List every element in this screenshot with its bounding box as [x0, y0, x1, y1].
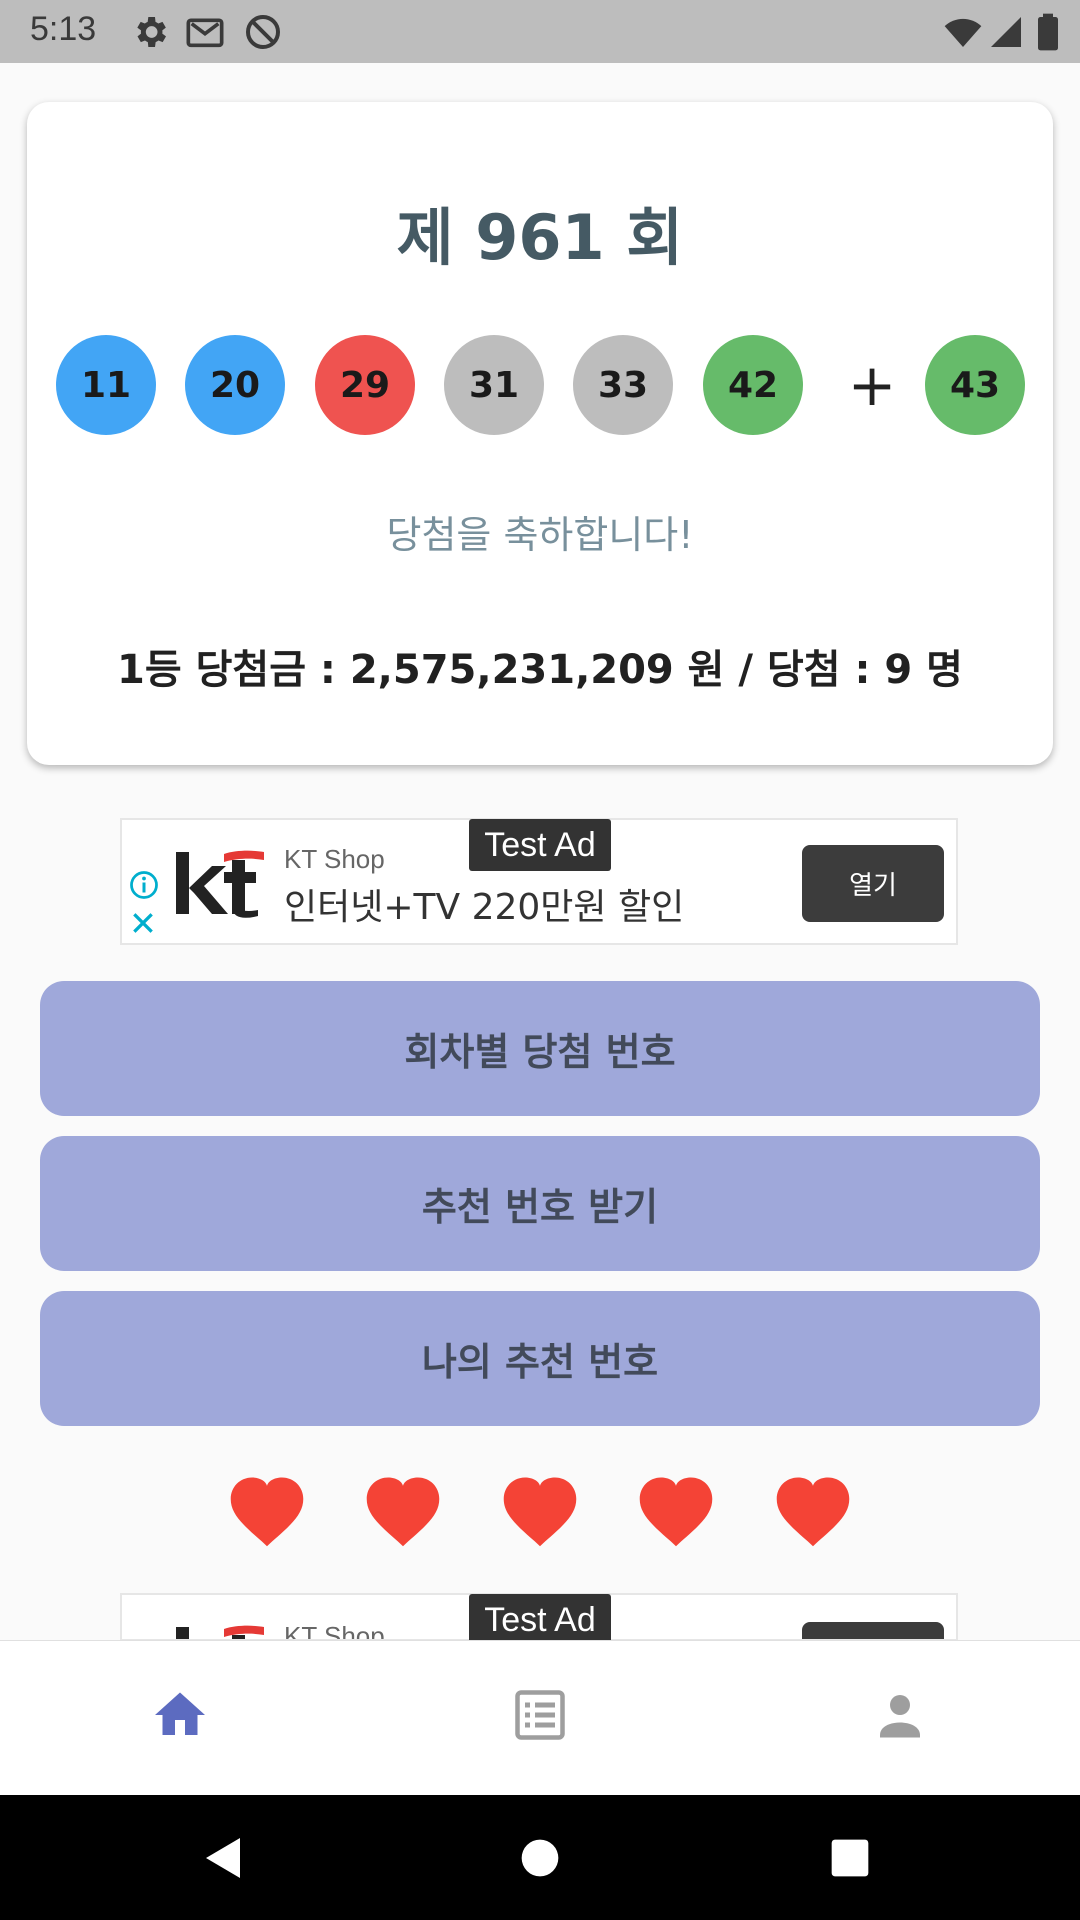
person-icon[interactable] — [870, 1685, 930, 1745]
number-ball: 31 — [444, 335, 544, 435]
home-circle-icon[interactable] — [520, 1838, 560, 1878]
back-icon[interactable] — [200, 1833, 248, 1883]
info-icon[interactable] — [129, 870, 159, 900]
settings-icon — [137, 17, 166, 47]
recents-icon[interactable] — [830, 1838, 870, 1878]
home-icon[interactable] — [150, 1685, 210, 1745]
ad-headline: 인터넷+TV 220만원 할인 — [284, 887, 685, 928]
heart-icon — [639, 1477, 713, 1547]
bottom-navigation — [0, 1640, 1080, 1795]
ad-open-button[interactable]: 열기 — [802, 845, 944, 922]
heart-icon — [503, 1477, 577, 1547]
ad-brand: KT Shop — [284, 844, 385, 874]
list-icon[interactable] — [510, 1685, 570, 1745]
number-ball: 29 — [315, 335, 415, 435]
test-ad-badge: Test Ad — [469, 1594, 611, 1646]
status-bar: 5:13 — [0, 0, 1080, 63]
test-ad-badge: Test Ad — [469, 819, 611, 871]
draw-title: 제 961 회 — [396, 201, 684, 274]
status-time: 5:13 — [30, 10, 97, 48]
plus-sign: + — [847, 351, 897, 419]
recommend-numbers-button[interactable]: 추천 번호 받기 — [40, 1136, 1040, 1271]
number-ball: 11 — [56, 335, 156, 435]
prize-info: 1등 당첨금 : 2,575,231,209 원 / 당첨 : 9 명 — [117, 647, 963, 693]
heart-icon — [776, 1477, 850, 1547]
draw-result-card: 제 961 회 11 20 29 31 33 42 + 43 당첨을 축하합니다… — [27, 102, 1053, 765]
number-ball: 33 — [573, 335, 673, 435]
system-navigation-bar — [0, 1795, 1080, 1920]
ad-brand: KT Shop — [284, 1621, 385, 1641]
heart-icon — [366, 1477, 440, 1547]
close-ad-icon[interactable] — [130, 910, 156, 936]
congrats-text: 당첨을 축하합니다! — [386, 513, 694, 557]
gmail-icon — [186, 18, 224, 48]
signal-icon — [991, 17, 1021, 47]
heart-icon — [230, 1477, 304, 1547]
no-disturb-icon — [246, 15, 280, 49]
number-ball: 42 — [703, 335, 803, 435]
kt-logo-icon — [176, 1625, 264, 1639]
battery-icon — [1038, 13, 1058, 51]
bonus-number-ball: 43 — [925, 335, 1025, 435]
history-numbers-button[interactable]: 회차별 당첨 번호 — [40, 981, 1040, 1116]
my-numbers-button[interactable]: 나의 추천 번호 — [40, 1291, 1040, 1426]
ad-open-button[interactable] — [802, 1622, 944, 1639]
number-ball: 20 — [185, 335, 285, 435]
wifi-icon — [944, 18, 982, 47]
kt-logo-icon — [176, 850, 264, 918]
